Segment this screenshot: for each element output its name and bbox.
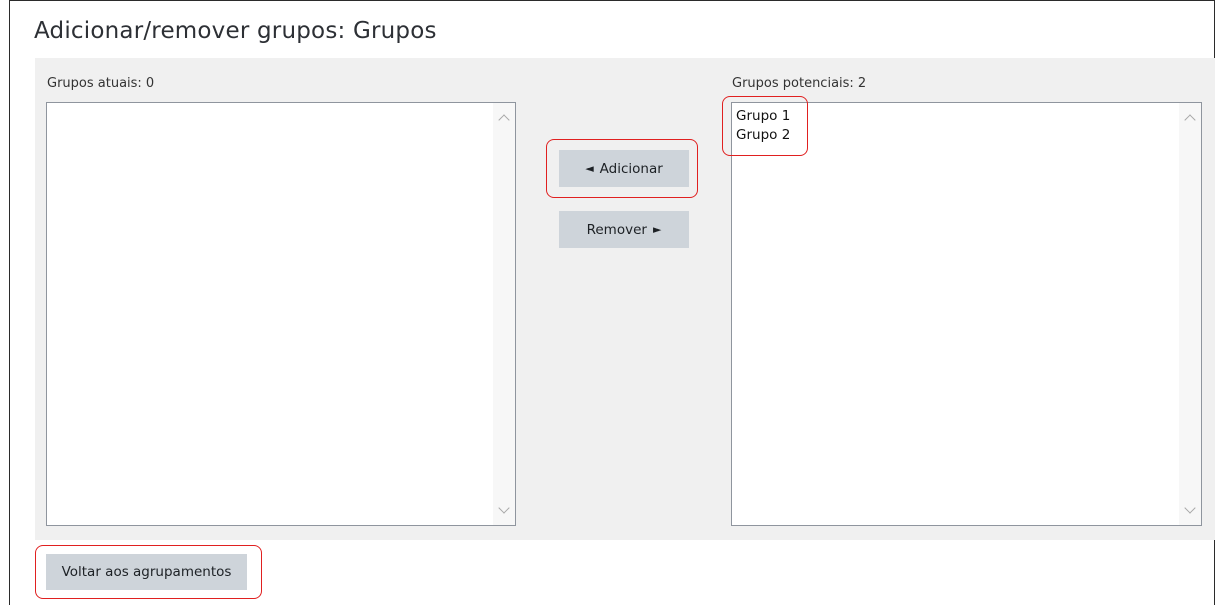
scroll-up-icon[interactable] — [1179, 107, 1201, 129]
potential-groups-scrollbar[interactable] — [1179, 103, 1201, 525]
back-to-groupings-button[interactable]: Voltar aos agrupamentos — [46, 554, 247, 590]
current-groups-scrollbar[interactable] — [493, 103, 515, 525]
scroll-up-icon[interactable] — [493, 107, 515, 129]
scroll-down-icon[interactable] — [493, 499, 515, 521]
current-groups-listbox[interactable] — [46, 102, 516, 526]
remove-button-label: Remover — [586, 221, 647, 238]
add-button[interactable]: ◄ Adicionar — [559, 150, 689, 187]
remove-button[interactable]: Remover ► — [559, 211, 689, 248]
add-button-label: Adicionar — [599, 160, 663, 177]
list-item[interactable]: Grupo 1 — [736, 107, 790, 126]
list-item[interactable]: Grupo 2 — [736, 126, 790, 145]
current-groups-label: Grupos atuais: 0 — [47, 76, 155, 91]
potential-groups-label: Grupos potenciais: 2 — [732, 76, 867, 91]
arrow-right-icon: ► — [652, 223, 662, 236]
scroll-down-icon[interactable] — [1179, 499, 1201, 521]
potential-groups-listbox[interactable]: Grupo 1 Grupo 2 — [731, 102, 1202, 526]
page-title: Adicionar/remover grupos: Grupos — [34, 18, 437, 44]
arrow-left-icon: ◄ — [585, 162, 594, 175]
